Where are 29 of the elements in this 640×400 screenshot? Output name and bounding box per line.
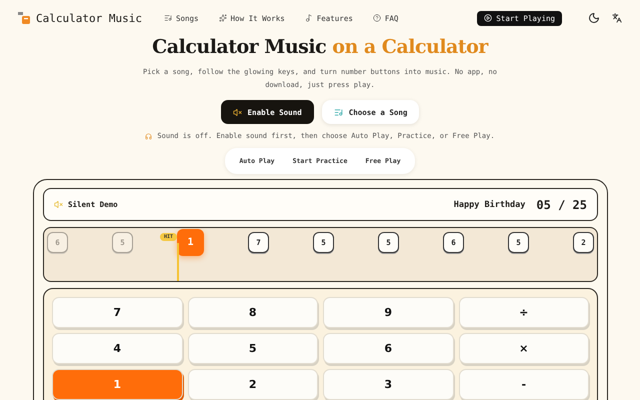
calculator-key[interactable]: 3 [323,369,454,400]
music-list-icon [164,14,172,22]
calculator-key[interactable]: 2 [188,369,318,400]
progress-counter: 05 / 25 [536,198,587,212]
playhead-line [177,243,179,281]
calculator-key[interactable]: 6 [323,333,454,364]
muted-speaker-icon [54,200,63,209]
calculator-logo-icon [18,12,30,24]
song-title: Happy Birthday [454,200,526,210]
calculator-key[interactable]: 4 [52,333,182,364]
calculator-key[interactable]: - [458,369,589,400]
page-title: Calculator Music on a Calculator [152,36,488,58]
calculator-key[interactable]: × [458,333,589,364]
calculator-key[interactable]: 8 [188,297,318,328]
help-icon [372,14,381,22]
moon-icon[interactable] [588,12,600,24]
muted-speaker-icon [232,108,242,116]
calculator-key[interactable]: ÷ [458,297,589,328]
sparkles-icon [218,14,227,22]
music-list-icon [334,108,343,116]
calculator-key[interactable]: 5 [188,333,318,364]
calculator-key[interactable]: 7 [52,297,182,328]
music-note-icon [304,14,313,22]
calculator-key[interactable]: 9 [323,297,454,328]
headphones-icon [145,132,152,140]
language-icon[interactable] [612,13,622,23]
brand-name: Calculator Music [36,12,142,24]
play-icon [484,14,492,22]
note-tile: 1 [177,229,204,256]
